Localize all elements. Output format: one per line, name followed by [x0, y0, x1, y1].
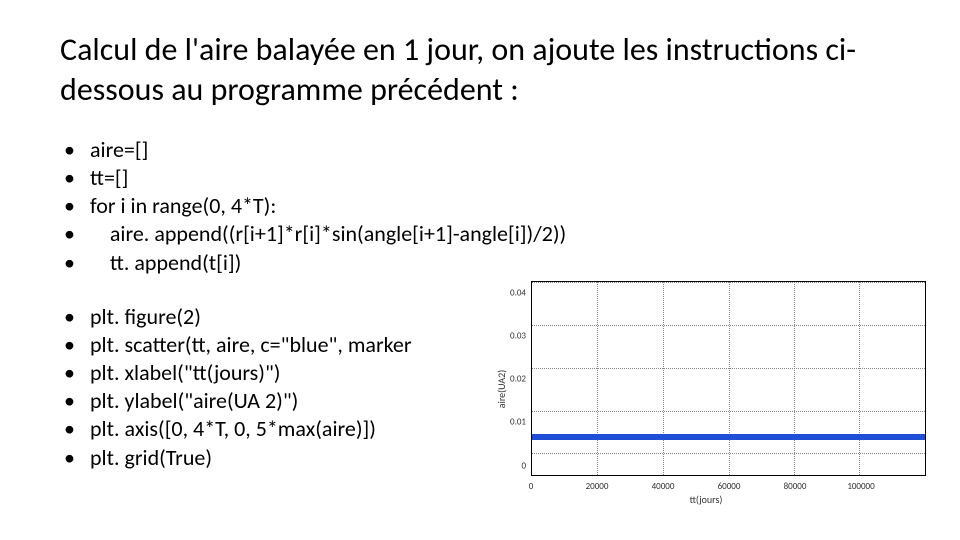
code-text: aire. append((r[i+1]*r[i]*sin(angle[i+1]… — [90, 220, 566, 248]
code-text: plt. axis([0, 4*T, 0, 5*max(aire)]) — [90, 415, 376, 443]
code-text: aire=[] — [90, 136, 148, 164]
grid-line — [794, 282, 795, 475]
chart-plot-area — [531, 281, 926, 476]
code-text: tt=[] — [90, 164, 128, 192]
code-text: plt. grid(True) — [90, 444, 212, 472]
code-line: • aire=[] — [60, 136, 900, 164]
slide-container: Calcul de l'aire balayée en 1 jour, on a… — [0, 0, 960, 540]
bullet-icon: • — [60, 444, 90, 472]
code-text: for i in range(0, 4*T): — [90, 192, 276, 220]
chart-ytick: 0.01 — [510, 417, 526, 428]
chart-xtick: 80000 — [784, 481, 807, 492]
chart: aire(UA2) 0.04 0.03 0.02 0.01 0 0 20000 … — [476, 271, 936, 506]
bullet-icon: • — [60, 164, 90, 192]
chart-xlabel: tt(jours) — [690, 493, 723, 506]
chart-ylabel: aire(UA2) — [495, 369, 508, 408]
code-text: plt. xlabel("tt(jours)") — [90, 359, 280, 387]
chart-ytick: 0.02 — [510, 374, 526, 385]
bullet-icon: • — [60, 415, 90, 443]
bullet-icon: • — [60, 387, 90, 415]
chart-data-series — [532, 434, 925, 440]
code-text: tt. append(t[i]) — [90, 249, 241, 277]
chart-ytick: 0.03 — [510, 331, 526, 342]
chart-xtick: 40000 — [652, 481, 675, 492]
bullet-icon: • — [60, 249, 90, 277]
grid-line — [663, 282, 664, 475]
code-line: • aire. append((r[i+1]*r[i]*sin(angle[i+… — [60, 220, 900, 248]
bullet-icon: • — [60, 192, 90, 220]
code-text: plt. scatter(tt, aire, c="blue", marker — [90, 331, 412, 359]
chart-xtick: 60000 — [718, 481, 741, 492]
bullet-icon: • — [60, 303, 90, 331]
chart-xtick: 20000 — [586, 481, 609, 492]
bullet-icon: • — [60, 331, 90, 359]
chart-xtick: 100000 — [847, 481, 874, 492]
chart-ytick: 0 — [521, 461, 526, 472]
grid-line — [729, 282, 730, 475]
code-line: • tt=[] — [60, 164, 900, 192]
chart-ytick: 0.04 — [510, 288, 526, 299]
chart-xtick: 0 — [529, 481, 534, 492]
code-text: plt. figure(2) — [90, 303, 201, 331]
bullet-icon: • — [60, 136, 90, 164]
slide-title: Calcul de l'aire balayée en 1 jour, on a… — [60, 30, 900, 110]
grid-line — [597, 282, 598, 475]
grid-line — [859, 282, 860, 475]
bullet-icon: • — [60, 359, 90, 387]
bullet-icon: • — [60, 220, 90, 248]
code-line: • for i in range(0, 4*T): — [60, 192, 900, 220]
code-text: plt. ylabel("aire(UA 2)") — [90, 387, 298, 415]
code-block-1: • aire=[] • tt=[] • for i in range(0, 4*… — [60, 136, 900, 277]
